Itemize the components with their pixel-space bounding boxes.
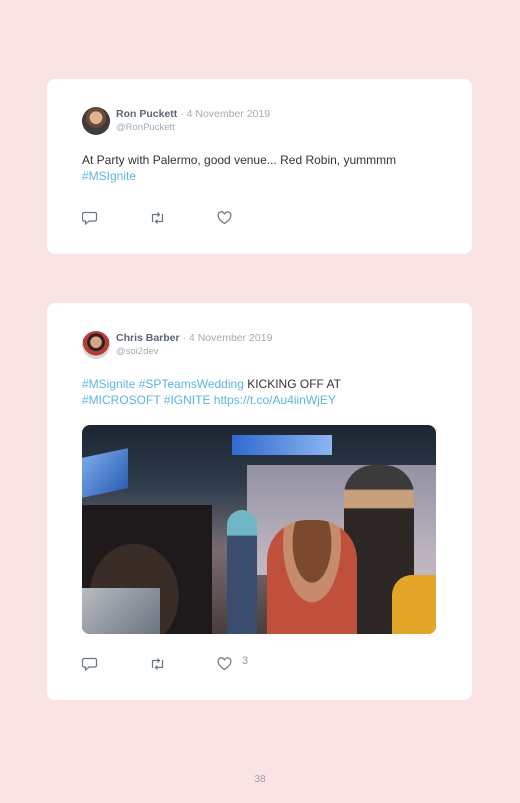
- photo-detail: [82, 448, 128, 498]
- retweet-icon[interactable]: [149, 657, 166, 671]
- author-name[interactable]: Chris Barber: [116, 332, 180, 344]
- reply-icon[interactable]: [82, 657, 98, 671]
- photo-detail: [227, 510, 257, 634]
- page-number: 38: [254, 774, 266, 785]
- tweet-date[interactable]: · 4 November 2019: [183, 332, 273, 344]
- hashtag-links[interactable]: #MICROSOFT #IGNITE https://t.co/Au4iinWj…: [82, 393, 336, 407]
- heart-icon[interactable]: [217, 211, 232, 225]
- reply-icon[interactable]: [82, 211, 98, 225]
- like-count: 3: [242, 655, 249, 667]
- hashtag-link[interactable]: #MSIgnite: [82, 169, 136, 183]
- tweet-text-body: KICKING OFF AT: [243, 377, 341, 391]
- avatar[interactable]: [82, 107, 110, 135]
- photo-detail: [392, 575, 436, 634]
- tweet-header: Chris Barber · 4 November 2019: [116, 332, 272, 344]
- tweet-date[interactable]: · 4 November 2019: [180, 108, 270, 120]
- tweet-text: At Party with Palermo, good venue... Red…: [82, 153, 442, 184]
- tweet-card: Chris Barber · 4 November 2019 @soi2dev …: [47, 303, 472, 700]
- heart-icon[interactable]: [217, 657, 232, 671]
- tweet-header: Ron Puckett · 4 November 2019: [116, 108, 270, 120]
- author-handle[interactable]: @RonPuckett: [116, 122, 175, 133]
- tweet-photo[interactable]: [82, 425, 436, 634]
- author-name[interactable]: Ron Puckett: [116, 108, 177, 120]
- tweet-text: #MSignite #SPTeamsWedding KICKING OFF AT…: [82, 377, 442, 408]
- photo-inset: [82, 588, 160, 634]
- retweet-icon[interactable]: [149, 211, 166, 225]
- avatar[interactable]: [82, 331, 110, 359]
- tweet-text-body: At Party with Palermo, good venue... Red…: [82, 153, 397, 167]
- photo-detail: [267, 520, 357, 634]
- tweet-card: Ron Puckett · 4 November 2019 @RonPucket…: [47, 79, 472, 254]
- photo-detail: [232, 435, 332, 455]
- hashtag-links[interactable]: #MSignite #SPTeamsWedding: [82, 377, 244, 391]
- author-handle[interactable]: @soi2dev: [116, 346, 158, 357]
